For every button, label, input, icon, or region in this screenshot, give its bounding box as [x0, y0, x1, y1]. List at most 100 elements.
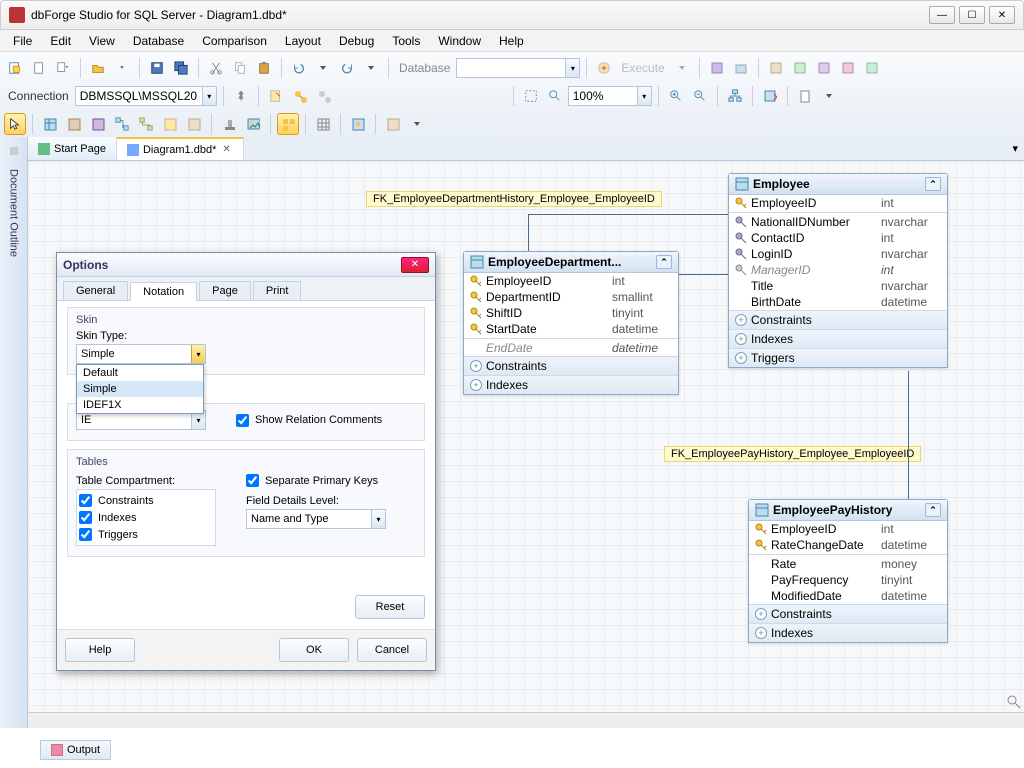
skin-option-default[interactable]: Default [77, 365, 203, 381]
field-details-combo[interactable]: Name and Type ▾ [246, 509, 386, 529]
tb-a4[interactable] [789, 57, 811, 79]
new-dd-button[interactable] [52, 57, 74, 79]
window-minimize-button[interactable]: — [929, 6, 955, 24]
relation-label-2[interactable]: FK_EmployeePayHistory_Employee_EmployeeI… [664, 446, 921, 462]
ok-button[interactable]: OK [279, 638, 349, 662]
proc-tool[interactable] [87, 113, 109, 135]
tb-a6[interactable] [837, 57, 859, 79]
more-tool[interactable] [382, 113, 404, 135]
zoom-in-button[interactable] [665, 85, 687, 107]
menu-database[interactable]: Database [124, 32, 193, 50]
output-tab[interactable]: Output [40, 740, 111, 760]
redo-dd[interactable] [360, 57, 382, 79]
expand-icon[interactable]: + [470, 360, 482, 372]
saveall-button[interactable] [170, 57, 192, 79]
relation-label-1[interactable]: FK_EmployeeDepartmentHistory_Employee_Em… [366, 191, 662, 207]
connection-combo[interactable]: ▾ [75, 86, 217, 106]
page-button[interactable] [794, 85, 816, 107]
table-tool[interactable] [39, 113, 61, 135]
image-tool[interactable] [242, 113, 264, 135]
expand-icon[interactable]: + [735, 314, 747, 326]
dialog-titlebar[interactable]: Options ✕ [57, 253, 435, 277]
grid-tool[interactable] [312, 113, 334, 135]
column-row[interactable]: Ratemoney [749, 556, 947, 572]
menu-view[interactable]: View [80, 32, 124, 50]
dialog-tab-page[interactable]: Page [199, 281, 251, 300]
vrel-tool[interactable] [135, 113, 157, 135]
column-row[interactable]: EmployeeIDint [464, 273, 678, 289]
expand-icon[interactable]: + [755, 608, 767, 620]
column-row[interactable]: RateChangeDatedatetime [749, 537, 947, 553]
collapse-icon[interactable]: ⌃ [925, 503, 941, 517]
database-combo[interactable]: ▾ [456, 58, 580, 78]
menu-comparison[interactable]: Comparison [193, 32, 276, 50]
collapse-icon[interactable]: ⌃ [925, 177, 941, 191]
note-tool[interactable] [159, 113, 181, 135]
column-row[interactable]: EndDatedatetime [464, 340, 678, 356]
paste-button[interactable] [253, 57, 275, 79]
more-dd[interactable] [406, 113, 428, 135]
expand-icon[interactable]: + [755, 627, 767, 639]
collapse-icon[interactable]: ⌃ [656, 255, 672, 269]
new-sql-button[interactable] [4, 57, 26, 79]
magnify-corner-icon[interactable] [1006, 694, 1022, 710]
tb-a5[interactable] [813, 57, 835, 79]
zoom-out-button[interactable] [689, 85, 711, 107]
tab-start-page[interactable]: Start Page [28, 137, 117, 160]
stamp-tool[interactable] [218, 113, 240, 135]
menu-debug[interactable]: Debug [330, 32, 383, 50]
show-relation-comments-checkbox[interactable] [236, 414, 249, 427]
container-tool[interactable] [183, 113, 205, 135]
compartment-triggers[interactable]: Triggers [79, 526, 213, 543]
column-row[interactable]: ModifiedDatedatetime [749, 588, 947, 604]
document-outline-tab[interactable]: Document Outline [4, 161, 24, 265]
expand-icon[interactable]: + [735, 352, 747, 364]
entity-section[interactable]: +Constraints [749, 604, 947, 623]
dock-pin-icon[interactable] [4, 141, 24, 161]
entity-section[interactable]: +Constraints [729, 310, 947, 329]
cancel-button[interactable]: Cancel [357, 638, 427, 662]
column-row[interactable]: ShiftIDtinyint [464, 305, 678, 321]
copy-button[interactable] [229, 57, 251, 79]
dialog-tab-print[interactable]: Print [253, 281, 302, 300]
cut-button[interactable] [205, 57, 227, 79]
snap-tool[interactable] [277, 113, 299, 135]
rel-tool[interactable] [111, 113, 133, 135]
conn-button[interactable] [289, 85, 311, 107]
entity-section[interactable]: +Indexes [464, 375, 678, 394]
expand-icon[interactable]: + [470, 379, 482, 391]
tb-a1[interactable] [706, 57, 728, 79]
execute-label[interactable]: Execute [617, 61, 668, 75]
tb-a3[interactable] [765, 57, 787, 79]
column-row[interactable]: PayFrequencytinyint [749, 572, 947, 588]
dialog-tab-notation[interactable]: Notation [130, 282, 197, 301]
edit-button[interactable] [265, 85, 287, 107]
menu-file[interactable]: File [4, 32, 41, 50]
layout-button[interactable] [724, 85, 746, 107]
column-row[interactable]: BirthDatedatetime [729, 294, 947, 310]
entity-section[interactable]: +Indexes [749, 623, 947, 642]
dialog-close-button[interactable]: ✕ [401, 257, 429, 273]
redo-button[interactable] [336, 57, 358, 79]
column-row[interactable]: StartDatedatetime [464, 321, 678, 337]
pin-button[interactable] [230, 85, 252, 107]
close-tab-icon[interactable]: ✕ [220, 144, 232, 155]
menu-tools[interactable]: Tools [383, 32, 429, 50]
column-row[interactable]: ContactIDint [729, 230, 947, 246]
reset-button[interactable]: Reset [355, 595, 425, 619]
separate-pk-check[interactable]: Separate Primary Keys [246, 472, 386, 489]
menu-layout[interactable]: Layout [276, 32, 330, 50]
expand-icon[interactable]: + [735, 333, 747, 345]
entity-section[interactable]: +Triggers [729, 348, 947, 367]
help-button[interactable]: Help [65, 638, 135, 662]
new-button[interactable] [28, 57, 50, 79]
disc-button[interactable] [313, 85, 335, 107]
tabs-dropdown[interactable]: ▾ [1006, 137, 1024, 160]
column-row[interactable]: Titlenvarchar [729, 278, 947, 294]
zoom-select-button[interactable] [544, 85, 566, 107]
window-maximize-button[interactable]: ☐ [959, 6, 985, 24]
menu-help[interactable]: Help [490, 32, 533, 50]
execute-dd[interactable] [671, 57, 693, 79]
options-tool[interactable] [347, 113, 369, 135]
skin-type-combo[interactable]: Simple ▾ [76, 344, 206, 364]
